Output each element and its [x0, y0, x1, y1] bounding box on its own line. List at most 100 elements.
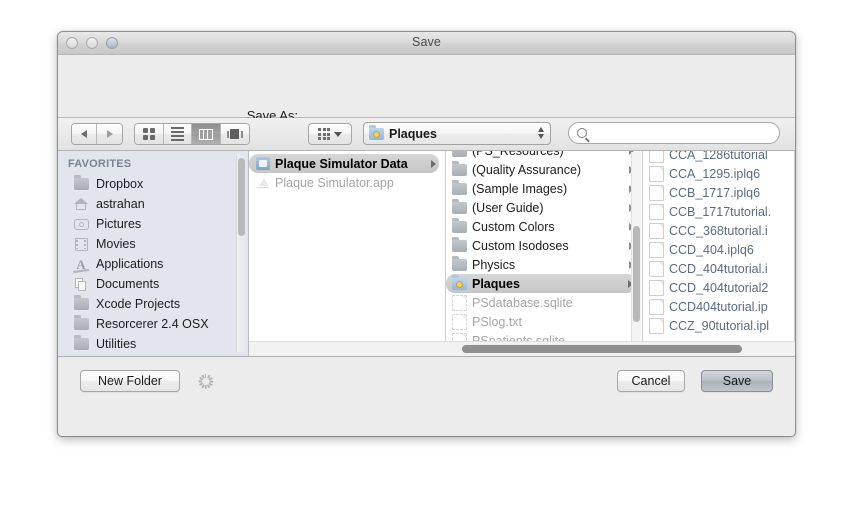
column-row[interactable]: CCA_1295.iplq6: [643, 164, 794, 183]
sidebar-item-astrahan[interactable]: astrahan: [58, 194, 248, 214]
horizontal-scrollbar[interactable]: [249, 341, 795, 356]
cancel-button[interactable]: Cancel: [617, 370, 685, 392]
list-icon: [171, 127, 184, 141]
save-button[interactable]: Save: [701, 370, 773, 392]
document-icon: [648, 151, 665, 163]
sidebar-item-documents[interactable]: Documents: [58, 274, 248, 294]
column-row-label: Plaque Simulator.app: [275, 176, 394, 190]
back-button[interactable]: [72, 124, 97, 144]
folder-icon: [451, 164, 468, 176]
document-icon: [648, 299, 665, 315]
column-row[interactable]: Plaque Simulator Data: [249, 154, 439, 173]
icon-view-button[interactable]: [135, 124, 164, 144]
folder-icon: [451, 183, 468, 195]
column-row[interactable]: CCB_1717.iplq6: [643, 183, 794, 202]
search-icon: [577, 128, 587, 138]
view-mode-buttons: [134, 123, 250, 145]
column-2-scrollbar[interactable]: [631, 152, 641, 342]
column-row[interactable]: CCD_404.iplq6: [643, 240, 794, 259]
column-row[interactable]: Custom Colors: [446, 217, 642, 236]
coverflow-view-button[interactable]: [221, 124, 249, 144]
column-row[interactable]: (PS_Resources): [446, 151, 642, 160]
sidebar-scrollbar-thumb[interactable]: [238, 158, 245, 236]
sidebar: FAVORITES Dropbox astrahan Pictures Movi…: [58, 151, 249, 356]
column-row[interactable]: CCB_1717tutorial.: [643, 202, 794, 221]
column-row[interactable]: PSdatabase.sqlite: [446, 293, 642, 312]
forward-button[interactable]: [97, 124, 122, 144]
document-icon: [648, 166, 665, 182]
column-row-label: CCD404tutorial.ip: [669, 300, 768, 314]
folder-plaques-icon: [451, 278, 468, 290]
sidebar-item-label: astrahan: [96, 197, 145, 211]
applications-icon: A: [72, 256, 90, 272]
column-row-label: CCD_404.iplq6: [669, 243, 754, 257]
column-row-label: Custom Isodoses: [472, 239, 569, 253]
navigation-buttons: [71, 123, 123, 145]
column-row[interactable]: Plaques: [446, 274, 636, 293]
column-view-button[interactable]: [192, 124, 221, 144]
search-input[interactable]: [568, 122, 780, 144]
list-view-button[interactable]: [164, 124, 193, 144]
folder-icon: [451, 259, 468, 271]
window-titlebar[interactable]: Save: [58, 32, 795, 55]
sidebar-item-dropbox[interactable]: Dropbox: [58, 174, 248, 194]
sidebar-item-applications[interactable]: A Applications: [58, 254, 248, 274]
sidebar-item-pictures[interactable]: Pictures: [58, 214, 248, 234]
column-row-label: PSlog.txt: [472, 315, 522, 329]
film-icon: [72, 236, 90, 252]
column-2-scrollbar-thumb[interactable]: [633, 226, 640, 322]
column-2: (PS_Resources) (Quality Assurance) (Samp…: [446, 151, 643, 356]
column-row[interactable]: CCZ_90tutorial.ipl: [643, 316, 794, 335]
folder-icon: [72, 296, 90, 312]
horizontal-scrollbar-thumb[interactable]: [462, 345, 742, 353]
arrange-button[interactable]: [308, 123, 352, 145]
column-row[interactable]: (Sample Images): [446, 179, 642, 198]
column-row[interactable]: CCC_368tutorial.i: [643, 221, 794, 240]
folder-icon: [451, 240, 468, 252]
sidebar-item-label: Applications: [96, 257, 163, 271]
camera-icon: [72, 216, 90, 232]
folder-icon: [451, 202, 468, 214]
document-icon: [648, 318, 665, 334]
save-dialog-window: Save Save As: CIB_298tutorial Tags:: [57, 31, 796, 437]
sidebar-item-label: Documents: [96, 277, 159, 291]
app-icon: [254, 176, 271, 189]
column-row[interactable]: Custom Isodoses: [446, 236, 642, 255]
sidebar-item-label: Movies: [96, 237, 136, 251]
column-row[interactable]: (Quality Assurance): [446, 160, 642, 179]
column-1: Plaque Simulator Data Plaque Simulator.a…: [249, 151, 446, 356]
chevron-right-icon: [431, 160, 436, 168]
name-panel: Save As: CIB_298tutorial Tags:: [58, 55, 795, 118]
sidebar-item-xcode-projects[interactable]: Xcode Projects: [58, 294, 248, 314]
column-row-label: (Sample Images): [472, 182, 567, 196]
sidebar-scrollbar[interactable]: [236, 155, 246, 352]
new-folder-button[interactable]: New Folder: [80, 370, 180, 392]
column-row[interactable]: Physics: [446, 255, 642, 274]
browser-toolbar: Plaques: [58, 118, 795, 151]
column-row[interactable]: (User Guide): [446, 198, 642, 217]
window-title: Save: [58, 35, 795, 49]
sidebar-item-label: Resorcerer 2.4 OSX: [96, 317, 209, 331]
path-popup-button[interactable]: Plaques: [363, 122, 551, 145]
document-icon: [648, 242, 665, 258]
document-icon: [648, 223, 665, 239]
column-row[interactable]: Plaque Simulator.app: [249, 173, 445, 192]
column-row[interactable]: CCD_404tutorial2: [643, 278, 794, 297]
folder-icon: [451, 151, 468, 157]
sidebar-item-utilities[interactable]: Utilities: [58, 334, 248, 354]
sidebar-section-header: FAVORITES: [58, 158, 248, 170]
column-row-label: CCD_404tutorial.i: [669, 262, 768, 276]
sidebar-item-label: Pictures: [96, 217, 141, 231]
column-row[interactable]: CCA_1286tutorial: [643, 151, 794, 164]
column-row[interactable]: CCD404tutorial.ip: [643, 297, 794, 316]
column-row-label: Plaque Simulator Data: [275, 157, 408, 171]
folder-icon: [72, 176, 90, 192]
arrange-dots-icon: [318, 128, 330, 140]
sidebar-item-resorcerer[interactable]: Resorcerer 2.4 OSX: [58, 314, 248, 334]
folder-icon: [451, 221, 468, 233]
document-icon: [648, 280, 665, 296]
grid-icon: [143, 128, 155, 140]
column-row[interactable]: CCD_404tutorial.i: [643, 259, 794, 278]
column-row[interactable]: PSlog.txt: [446, 312, 642, 331]
sidebar-item-movies[interactable]: Movies: [58, 234, 248, 254]
